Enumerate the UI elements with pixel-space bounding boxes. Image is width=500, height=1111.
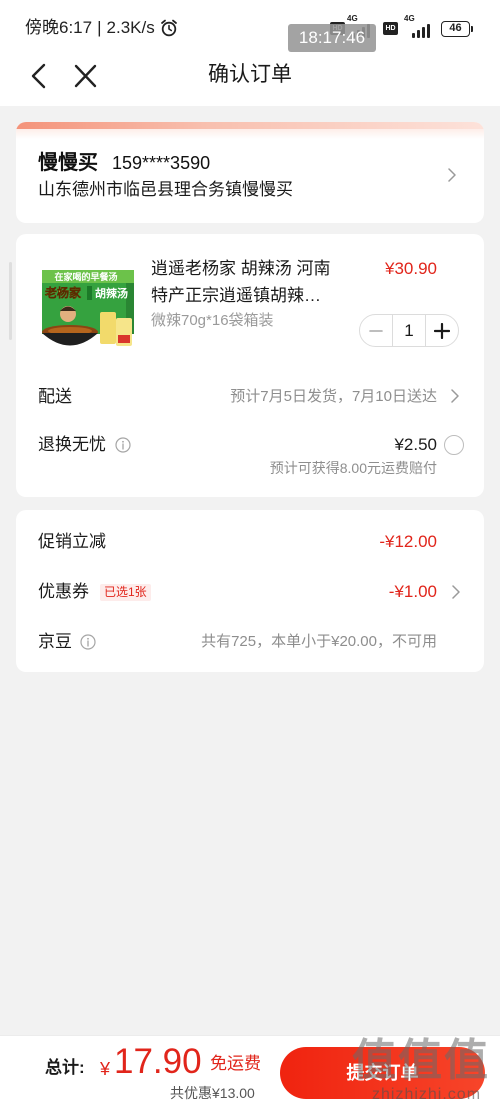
status-bar-left: 傍晚6:17 | 2.3K/s <box>25 18 178 38</box>
plus-icon <box>433 322 450 339</box>
address-stripe <box>16 122 484 129</box>
chevron-right-icon[interactable] <box>451 389 459 403</box>
watermark-site: zhizhizhi.com <box>372 1086 482 1103</box>
quantity-stepper: 1 <box>359 314 459 347</box>
decrease-button[interactable] <box>360 315 392 346</box>
image-brand-text: 老杨家 <box>45 285 82 300</box>
product-card: 在家喝的早餐汤 老杨家 胡辣汤 逍遥老杨家 胡辣汤 河南 特产正宗逍遥镇胡辣… … <box>16 234 484 497</box>
scroll-indicator <box>9 262 12 340</box>
chevron-right-icon[interactable] <box>448 168 456 182</box>
product-price: ¥30.90 <box>385 259 437 278</box>
total-amount: 17.90 <box>114 1042 202 1081</box>
address-card[interactable]: 慢慢买 159****3590 山东德州市临邑县理合务镇慢慢买 <box>16 122 484 223</box>
coupon-row[interactable]: 优惠券 已选1张 <box>38 580 151 604</box>
promotion-label: 促销立减 <box>38 532 106 551</box>
network-speed: 2.3K/s <box>106 18 155 37</box>
return-insurance-row: 退换无忧 <box>38 433 131 457</box>
battery-icon: 46 <box>441 21 470 37</box>
promotion-value: -¥12.00 <box>379 532 437 551</box>
jingdou-label: 京豆 <box>38 632 72 651</box>
network-type: 4G <box>404 14 415 23</box>
shipping-free: 免运费 <box>210 1054 261 1073</box>
receiver-name: 慢慢买 <box>38 152 98 174</box>
signal-icon <box>412 23 430 38</box>
product-title[interactable]: 逍遥老杨家 胡辣汤 河南 特产正宗逍遥镇胡辣… <box>151 255 330 309</box>
discounts-card: 促销立减 -¥12.00 优惠券 已选1张 -¥1.00 京豆 共有725，本单… <box>16 510 484 672</box>
alarm-icon <box>160 19 177 37</box>
total-currency: ¥ <box>100 1059 111 1079</box>
product-title-line: 逍遥老杨家 胡辣汤 河南 <box>151 259 331 278</box>
coupon-value[interactable]: -¥1.00 <box>389 580 437 604</box>
delivery-label: 配送 <box>38 387 72 406</box>
status-time: 傍晚6:17 <box>25 18 93 37</box>
image-banner-text: 在家喝的早餐汤 <box>54 271 117 282</box>
image-name-text: 胡辣汤 <box>95 286 128 300</box>
increase-button[interactable] <box>426 315 458 346</box>
product-title-line: 特产正宗逍遥镇胡辣… <box>151 286 321 305</box>
return-insurance-radio[interactable] <box>444 435 464 455</box>
page-title: 确认订单 <box>208 63 292 86</box>
jingdou-row: 京豆 <box>38 630 96 654</box>
delivery-value[interactable]: 预计7月5日发货，7月10日送达 <box>230 386 437 408</box>
address-detail: 山东德州市临邑县理合务镇慢慢买 <box>38 180 293 199</box>
product-image[interactable]: 在家喝的早餐汤 老杨家 胡辣汤 <box>38 262 138 352</box>
recording-time-overlay: 18:17:46 <box>288 24 376 52</box>
address-stripe-fade <box>16 129 484 139</box>
product-spec: 微辣70g*16袋箱装 <box>151 312 274 329</box>
battery-tip <box>471 26 473 32</box>
jingdou-value: 共有725，本单小于¥20.00，不可用 <box>201 633 437 650</box>
receiver-phone: 159****3590 <box>112 153 211 173</box>
status-separator: | <box>97 18 102 37</box>
total-saved: 共优惠¥13.00 <box>170 1085 255 1101</box>
return-insurance-price: ¥2.50 <box>394 435 437 454</box>
return-insurance-note: 预计可获得8.00元运费赔付 <box>269 460 437 476</box>
return-insurance-label: 退换无忧 <box>38 435 106 454</box>
info-icon[interactable] <box>115 437 131 453</box>
address-contact: 慢慢买 159****3590 <box>38 150 210 176</box>
chevron-right-icon[interactable] <box>452 585 460 599</box>
watermark-logo: 值值值 <box>352 1036 490 1085</box>
coupon-badge: 已选1张 <box>100 583 151 601</box>
hd-badge: HD <box>383 22 398 35</box>
quantity-value[interactable]: 1 <box>392 315 426 346</box>
info-icon[interactable] <box>80 634 96 650</box>
minus-icon <box>369 329 383 332</box>
network-type: 4G <box>347 14 358 23</box>
total-label: 总计: <box>45 1058 85 1077</box>
coupon-label: 优惠券 <box>38 582 89 601</box>
